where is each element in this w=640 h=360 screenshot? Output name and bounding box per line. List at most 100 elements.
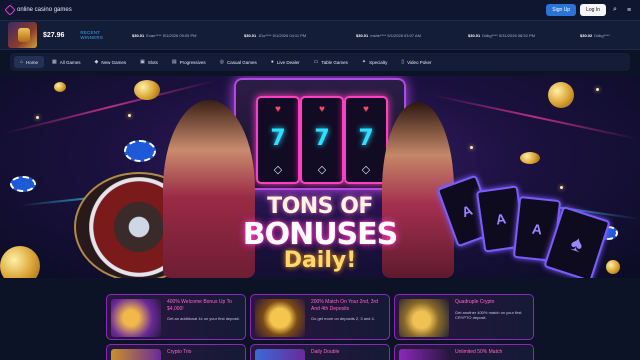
nav-label: Progressives — [179, 59, 206, 65]
promo-title: Quadruple Crypto — [455, 299, 495, 305]
nav-label: All Games — [59, 59, 81, 65]
chart-icon: ▤ — [171, 59, 177, 65]
nav-item-specialty[interactable]: ✦ Specialty — [356, 56, 393, 68]
winner-name: JDo**** 5/1/2026 04:11 PM — [258, 32, 307, 38]
nav-item-all-games[interactable]: ▦ All Games — [46, 56, 87, 68]
crypto-coins-icon — [399, 299, 449, 337]
gamepad-icon: ◎ — [219, 59, 225, 65]
promo-title: Unlimited 50% Match — [455, 349, 503, 355]
grid-icon: ▦ — [52, 59, 57, 65]
promo-title: Daily Double — [311, 349, 340, 355]
diamond-icon: ◇ — [273, 164, 283, 177]
slot-reel: ♥ 7 ◇ — [344, 96, 388, 184]
seven-icon: 7 — [358, 126, 374, 152]
login-button[interactable]: Log In — [580, 4, 606, 16]
gold-coin — [520, 152, 540, 164]
gold-coin — [0, 246, 40, 278]
gold-coin — [606, 260, 620, 274]
cards-icon: ▯ — [401, 59, 405, 65]
nav-label: New Games — [101, 59, 127, 65]
promo-card[interactable]: Crypto Trio — [106, 344, 246, 360]
promotions-grid: 400% Welcome Bonus Up To $4,000! Get an … — [0, 290, 640, 360]
promo-headline: TONS OF BONUSES Daily! — [230, 194, 410, 273]
logo-icon — [4, 4, 16, 16]
nav-item-progressives[interactable]: ▤ Progressives — [166, 56, 212, 68]
promo-description: Go get more on deposits 2, 3 and 4. — [311, 316, 375, 321]
promo-card[interactable]: Quadruple Crypto Get another 400% match … — [394, 294, 534, 340]
nav-item-new-games[interactable]: ◆ New Games — [89, 56, 133, 68]
promo-title: 400% Welcome Bonus Up To $4,000! — [167, 299, 232, 312]
nav-item-home[interactable]: ⌂ Home — [14, 56, 45, 68]
promo-card[interactable]: 400% Welcome Bonus Up To $4,000! Get an … — [106, 294, 246, 340]
slot-reel: ♥ 7 ◇ — [256, 96, 300, 184]
winners-ticker: $30.01 Evan**** 5/1/2026 09:05 PM $30.01… — [132, 33, 640, 38]
search-icon[interactable]: ⌕ — [610, 5, 620, 15]
gold-coin — [548, 82, 574, 108]
logo-text: online casino games — [17, 7, 72, 13]
cherry-icon: ♥ — [319, 103, 325, 115]
nav-item-table-games[interactable]: ▭ Table Games — [308, 56, 354, 68]
table-icon: ▭ — [313, 59, 319, 65]
nav-item-slots[interactable]: ▣ Slots — [134, 56, 164, 68]
menu-icon[interactable]: ≡ — [624, 5, 634, 15]
treasure-chest-icon — [111, 299, 161, 337]
headline-line-2: BONUSES — [242, 217, 399, 252]
sparkle — [560, 186, 563, 189]
nav-label: Casual Games — [227, 59, 257, 65]
coin-stack-icon — [255, 299, 305, 337]
gold-coin — [54, 82, 66, 92]
winner-amount: $30.01 — [356, 32, 369, 38]
site-logo[interactable]: online casino games — [4, 4, 72, 16]
signup-button[interactable]: Sign Up — [546, 4, 577, 16]
diamond-icon: ◇ — [361, 164, 371, 177]
nav-item-live-dealer[interactable]: ● Live Dealer — [265, 56, 306, 68]
headline-line-1: TONS OF — [267, 194, 373, 219]
gold-coin — [134, 80, 160, 100]
hero-banner[interactable]: ♥ 7 ◇ ♥ 7 ◇ ♥ 7 ◇ A A A ♠ TONS OF BONUSE… — [0, 76, 640, 278]
slot-machine-graphic: ♥ 7 ◇ ♥ 7 ◇ ♥ 7 ◇ — [234, 78, 406, 190]
promo-title: 200% Match On Your 2nd, 3rd And 4th Depo… — [311, 299, 378, 312]
promo-description: Get an additional 4x on your first depos… — [167, 316, 240, 321]
camera-icon: ● — [270, 59, 274, 65]
jackpot-amount: $27.96 — [42, 31, 65, 39]
promo-card[interactable]: 200% Match On Your 2nd, 3rd And 4th Depo… — [250, 294, 390, 340]
casino-chip — [10, 176, 36, 192]
winner-amount: $30.01 — [244, 32, 257, 38]
winner-item[interactable]: $30.01 Evan**** 5/1/2026 09:05 PM — [132, 33, 244, 38]
top-bar: online casino games Sign Up Log In ⌕ ≡ — [0, 0, 640, 20]
winner-item[interactable]: $30.01 mshe**** 5/1/2026 03:07 AM — [356, 33, 468, 38]
winner-item[interactable]: $30.01 JDo**** 5/1/2026 04:11 PM — [244, 33, 356, 38]
promo-title: Crypto Trio — [167, 349, 192, 355]
sparkle — [596, 88, 599, 91]
sparkle — [470, 146, 473, 149]
nav-label: Live Dealer — [276, 59, 300, 65]
jackpot-game-thumbnail[interactable] — [8, 22, 37, 48]
nav-label: Specialty — [369, 59, 388, 65]
nav-item-video-poker[interactable]: ▯ Video Poker — [395, 56, 437, 68]
winner-item[interactable]: $30.01 Ddkg**** 5/31/2026 08:52 PM — [468, 33, 580, 38]
slot-icon: ▣ — [140, 59, 145, 65]
cherry-icon: ♥ — [363, 103, 369, 115]
seven-icon: 7 — [270, 126, 286, 152]
nav-label: Video Poker — [407, 59, 432, 65]
account-actions: Sign Up Log In ⌕ ≡ — [546, 4, 634, 16]
promo-card[interactable]: Daily Double — [250, 344, 390, 360]
winner-item[interactable]: $30.02 Ddkg**** — [580, 33, 640, 38]
recent-winners-bar: $27.96 RECENT WINNERS $30.01 Evan**** 5/… — [0, 20, 640, 50]
winner-amount: $30.01 — [468, 32, 481, 38]
winner-amount: $30.01 — [132, 32, 145, 38]
nav-label: Table Games — [321, 59, 348, 65]
crypto-coin-icon — [111, 349, 161, 360]
home-icon: ⌂ — [20, 59, 24, 65]
sparkle — [128, 114, 131, 117]
seven-icon: 7 — [314, 126, 330, 152]
casino-chip — [124, 140, 156, 162]
promo-card[interactable]: Unlimited 50% Match — [394, 344, 534, 360]
sparkle — [36, 116, 39, 119]
neon-beam — [432, 94, 638, 140]
cherry-icon: ♥ — [275, 103, 281, 115]
nav-item-casual-games[interactable]: ◎ Casual Games — [214, 56, 263, 68]
recent-winners-label: RECENT WINNERS — [80, 30, 104, 40]
nav-label: Home — [26, 59, 39, 65]
dice-icon — [255, 349, 305, 360]
